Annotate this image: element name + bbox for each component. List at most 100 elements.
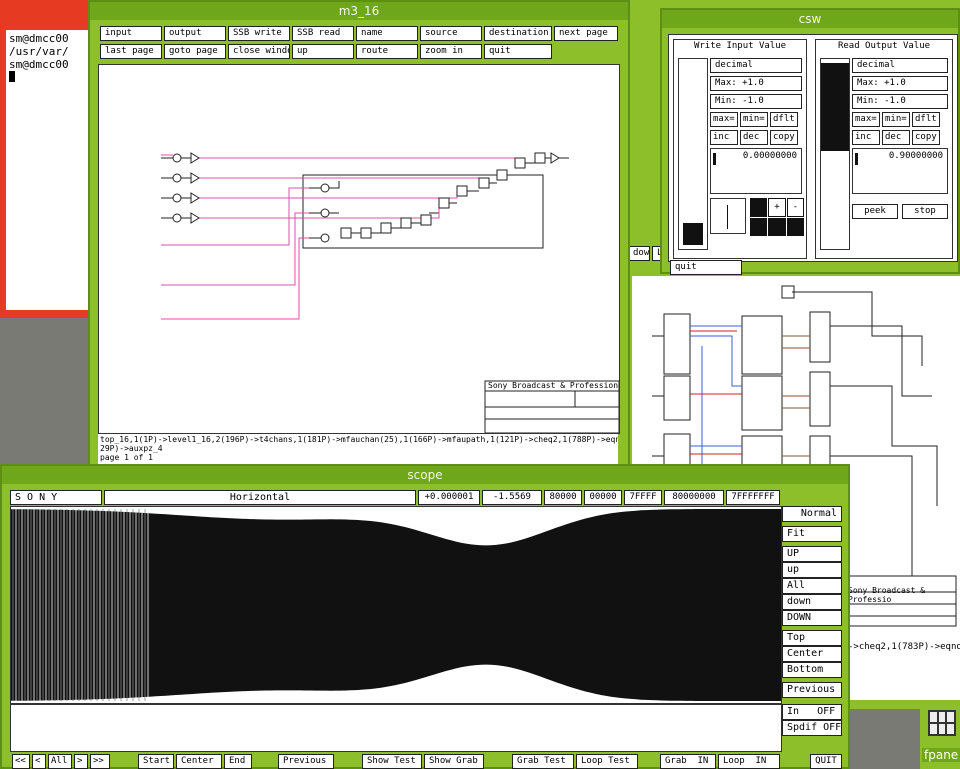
write-min-field[interactable]: Min: -1.0 xyxy=(710,94,802,109)
toolbar-destination-button[interactable]: destination xyxy=(484,26,552,41)
schematic-title: m3_16 xyxy=(338,4,380,18)
scope-grab-in-toggle[interactable]: Grab IN xyxy=(660,754,716,769)
scope-loop-in-toggle[interactable]: Loop IN xyxy=(718,754,780,769)
toolbar-source-button[interactable]: source xyxy=(420,26,482,41)
scope-previous-side-button[interactable]: Previous xyxy=(782,682,842,698)
toolbar-quit-button[interactable]: quit xyxy=(484,44,552,59)
scope-title-bar[interactable]: scope xyxy=(2,466,848,484)
scope-all-button[interactable]: All xyxy=(782,578,842,594)
write-inc-button[interactable]: inc xyxy=(710,130,738,145)
scope-readout-offset: +0.000001 xyxy=(418,490,480,505)
stepper-cell[interactable] xyxy=(750,198,768,217)
scope-loop-test-button[interactable]: Loop Test xyxy=(576,754,638,769)
scope-quit-button[interactable]: QUIT xyxy=(810,754,842,769)
background-partial-button[interactable]: dow xyxy=(628,246,650,261)
write-max-field[interactable]: Max: +1.0 xyxy=(710,76,802,91)
read-format-field[interactable]: decimal xyxy=(852,58,948,73)
scope-UP-button[interactable]: UP xyxy=(782,546,842,562)
read-min-field[interactable]: Min: -1.0 xyxy=(852,94,948,109)
write-max-eq-button[interactable]: max= xyxy=(710,112,738,127)
scope-bottom-button[interactable]: Bottom xyxy=(782,662,842,678)
scope-show-test-button[interactable]: Show Test xyxy=(362,754,422,769)
toolbar-close-window-button[interactable]: close window xyxy=(228,44,290,59)
scope-top-button[interactable]: Top xyxy=(782,630,842,646)
waveform-envelope-fill xyxy=(11,509,781,701)
schematic-page-indicator: page 1 of 1 xyxy=(100,453,153,462)
scope-mode-selector[interactable]: Horizontal xyxy=(104,490,416,505)
write-copy-button[interactable]: copy xyxy=(770,130,798,145)
fpanel-grid-icon[interactable] xyxy=(928,710,956,736)
schematic-title-bar[interactable]: m3_16 xyxy=(90,2,628,20)
schematic-window[interactable]: m3_16 input output SSB write SSB read na… xyxy=(88,0,630,466)
scope-readout-hex: 7FFFFFFF xyxy=(726,490,780,505)
read-dflt-button[interactable]: dflt xyxy=(912,112,940,127)
read-max-field[interactable]: Max: +1.0 xyxy=(852,76,948,91)
write-jog-box[interactable] xyxy=(710,198,746,234)
read-value: 0.90000000 xyxy=(888,151,943,161)
toolbar-ssb-write-button[interactable]: SSB write xyxy=(228,26,290,41)
stepper-cell[interactable] xyxy=(750,217,768,236)
read-inc-button[interactable]: inc xyxy=(852,130,880,145)
read-panel: Read Output Value decimal Max: +1.0 Min:… xyxy=(815,39,953,259)
fpanel-window[interactable]: fpane xyxy=(920,702,960,769)
scope-last-button[interactable]: >> xyxy=(90,754,110,769)
write-stepper-grid: + - xyxy=(750,198,804,236)
schematic-canvas[interactable]: Sony Broadcast & Professional xyxy=(98,64,620,434)
scope-all-bottom-button[interactable]: All xyxy=(48,754,72,769)
toolbar-route-button[interactable]: route xyxy=(356,44,418,59)
write-dflt-button[interactable]: dflt xyxy=(770,112,798,127)
scope-prev-button[interactable]: < xyxy=(32,754,46,769)
scope-end-button[interactable]: End xyxy=(224,754,252,769)
peek-button[interactable]: peek xyxy=(852,204,898,219)
toolbar-last-page-button[interactable]: last page xyxy=(100,44,162,59)
write-min-eq-button[interactable]: min= xyxy=(740,112,768,127)
stepper-cell[interactable] xyxy=(786,217,804,236)
csw-title-bar[interactable]: csw xyxy=(662,10,958,28)
terminal-text-area[interactable]: sm@dmcc00 /usr/var/ sm@dmcc00 xyxy=(6,30,96,310)
scope-show-grab-button[interactable]: Show Grab xyxy=(424,754,484,769)
toolbar-ssb-read-button[interactable]: SSB read xyxy=(292,26,354,41)
csw-quit-button[interactable]: quit xyxy=(670,260,742,275)
scope-grab-test-button[interactable]: Grab Test xyxy=(512,754,574,769)
read-max-eq-button[interactable]: max= xyxy=(852,112,880,127)
toolbar-zoom-in-button[interactable]: zoom in xyxy=(420,44,482,59)
toolbar-up-button[interactable]: up xyxy=(292,44,354,59)
write-slider-track[interactable] xyxy=(678,58,708,250)
scope-start-button[interactable]: Start xyxy=(138,754,174,769)
read-dec-button[interactable]: dec xyxy=(882,130,910,145)
read-value-cursor xyxy=(855,153,858,165)
scope-DOWN-button[interactable]: DOWN xyxy=(782,610,842,626)
toolbar-next-page-button[interactable]: next page xyxy=(554,26,618,41)
toolbar-input-button[interactable]: input xyxy=(100,26,162,41)
scope-first-button[interactable]: << xyxy=(12,754,30,769)
write-value-field[interactable]: 0.00000000 xyxy=(710,148,802,194)
scope-center-button[interactable]: Center xyxy=(782,646,842,662)
scope-spdif-off-toggle[interactable]: Spdif OFF xyxy=(782,720,842,736)
scope-next-button[interactable]: > xyxy=(74,754,88,769)
minus-button[interactable]: - xyxy=(786,198,804,217)
scope-in-off-toggle[interactable]: In OFF xyxy=(782,704,842,720)
scope-waveform-display[interactable] xyxy=(10,506,782,704)
scope-previous-button[interactable]: Previous xyxy=(278,754,334,769)
scope-down-button[interactable]: down xyxy=(782,594,842,610)
terminal-window[interactable]: sm@dmcc00 /usr/var/ sm@dmcc00 xyxy=(0,0,96,318)
csw-window[interactable]: csw Write Input Value decimal Max: +1.0 … xyxy=(660,8,960,275)
scope-up-button[interactable]: up xyxy=(782,562,842,578)
stepper-cell[interactable] xyxy=(768,217,786,236)
scope-window[interactable]: scope S O N Y Horizontal +0.000001 -1.55… xyxy=(0,464,850,769)
scope-center-bottom-button[interactable]: Center xyxy=(176,754,222,769)
write-dec-button[interactable]: dec xyxy=(740,130,768,145)
toolbar-output-button[interactable]: output xyxy=(164,26,226,41)
scope-readout-hex: 80000000 xyxy=(664,490,724,505)
scope-normal-button[interactable]: Normal xyxy=(782,506,842,522)
toolbar-goto-page-button[interactable]: goto page xyxy=(164,44,226,59)
toolbar-name-button[interactable]: name xyxy=(356,26,418,41)
read-min-eq-button[interactable]: min= xyxy=(882,112,910,127)
plus-button[interactable]: + xyxy=(768,198,786,217)
scope-fit-button[interactable]: Fit xyxy=(782,526,842,542)
stop-button[interactable]: stop xyxy=(902,204,948,219)
read-copy-button[interactable]: copy xyxy=(912,130,940,145)
scope-lower-trace[interactable] xyxy=(10,704,782,752)
write-format-field[interactable]: decimal xyxy=(710,58,802,73)
write-slider-thumb[interactable] xyxy=(683,223,703,245)
